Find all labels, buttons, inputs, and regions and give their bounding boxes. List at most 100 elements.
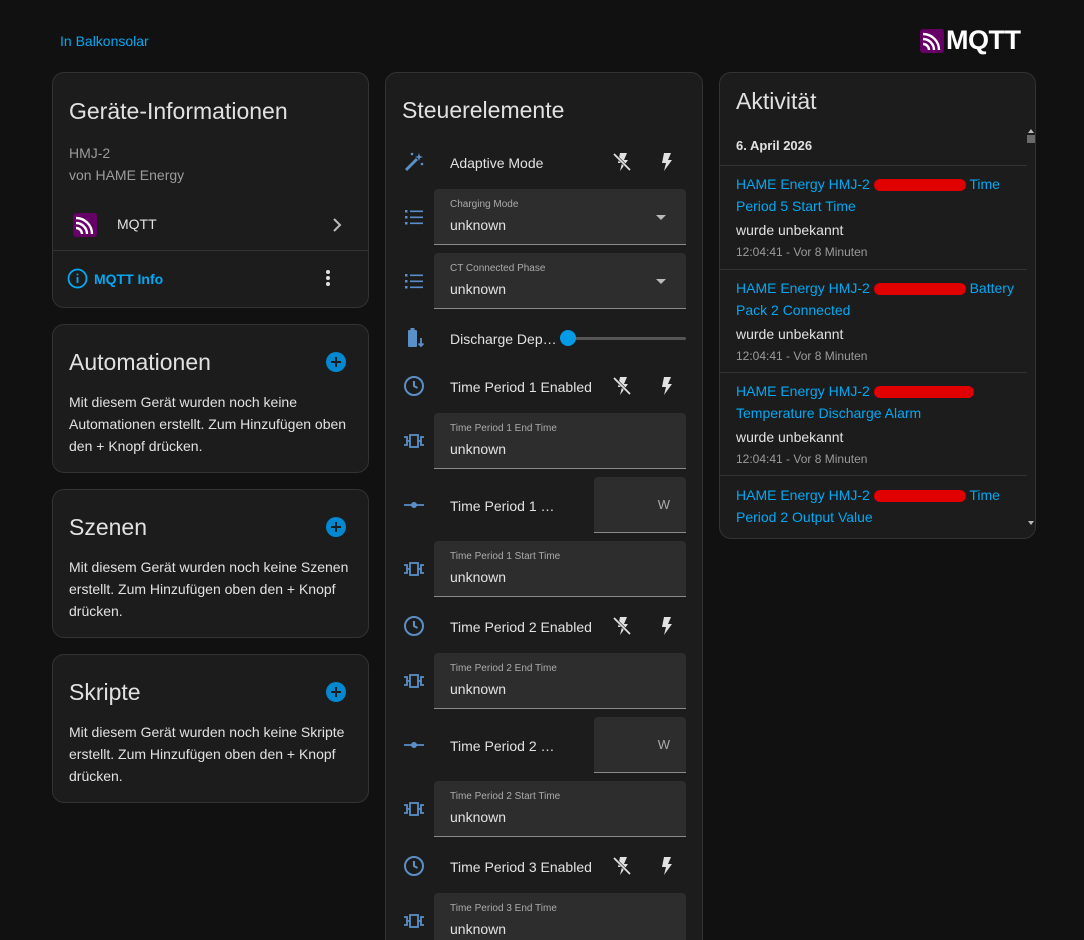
ct-phase-select[interactable]: CT Connected Phase unknown bbox=[434, 253, 686, 309]
plus-circle-icon bbox=[326, 352, 346, 372]
scripts-description: Mit diesem Gerät wurden noch keine Skrip… bbox=[69, 724, 345, 784]
tp2-end-time-input[interactable]: Time Period 2 End Time unknown bbox=[434, 653, 686, 709]
device-page: In Balkonsolar MQTT Geräte-Informationen… bbox=[0, 0, 1084, 940]
field-value: unknown bbox=[450, 921, 507, 937]
controls-card: Steuerelemente Adaptive Mode Charging Mo… bbox=[385, 72, 703, 940]
field-label: Time Period 2 End Time bbox=[450, 663, 557, 674]
activity-message: wurde unbekannt bbox=[736, 222, 844, 238]
activity-entity-link[interactable]: HAME Energy HMJ-2 Time Period 2 Output V… bbox=[736, 484, 1018, 528]
integration-row-mqtt[interactable]: MQTT bbox=[53, 201, 368, 249]
field-value: unknown bbox=[450, 569, 507, 585]
turn-off-button[interactable] bbox=[610, 374, 634, 403]
activity-entity-link[interactable]: HAME Energy HMJ-2 Battery Pack 2 Connect… bbox=[736, 277, 1018, 321]
ray-vertex-icon bbox=[402, 733, 426, 762]
turn-off-button[interactable] bbox=[610, 614, 634, 643]
scroll-up-arrow-icon[interactable] bbox=[1028, 129, 1034, 133]
activity-entry: HAME Energy HMJ-2 Temperature Discharge … bbox=[736, 380, 1018, 468]
scrollbar-thumb[interactable] bbox=[1027, 135, 1035, 143]
redaction-mark bbox=[873, 386, 974, 399]
charging-mode-select[interactable]: Charging Mode unknown bbox=[434, 189, 686, 245]
divider bbox=[720, 372, 1027, 373]
activity-entry: HAME Energy HMJ-2 Battery Pack 2 Connect… bbox=[736, 277, 1018, 365]
control-name: Adaptive Mode bbox=[450, 155, 544, 171]
slider-thumb[interactable] bbox=[560, 330, 576, 346]
scenes-description: Mit diesem Gerät wurden noch keine Szene… bbox=[69, 559, 349, 619]
automations-card: Automationen Mit diesem Gerät wurden noc… bbox=[52, 324, 369, 473]
activity-time: 12:04:41 - Vor 8 Minuten bbox=[736, 452, 868, 466]
chevron-right-icon bbox=[330, 216, 344, 239]
device-info-card: Geräte-Informationen HMJ-2 von HAME Ener… bbox=[52, 72, 369, 308]
field-label: Time Period 3 End Time bbox=[450, 903, 557, 914]
activity-entity-link[interactable]: HAME Energy HMJ-2 Time Period 5 Start Ti… bbox=[736, 173, 1018, 217]
turn-on-button[interactable] bbox=[654, 150, 678, 179]
device-info-title: Geräte-Informationen bbox=[69, 98, 288, 124]
flash-icon bbox=[662, 377, 672, 395]
activity-scrollbar[interactable] bbox=[1027, 129, 1035, 529]
turn-on-button[interactable] bbox=[654, 374, 678, 403]
control-tp2-output: Time Period 2 … W bbox=[386, 717, 702, 773]
field-value: unknown bbox=[450, 441, 507, 457]
control-name: Time Period 1 Enabled bbox=[450, 379, 592, 395]
controls-title: Steuerelemente bbox=[402, 97, 565, 123]
control-charging-mode: Charging Mode unknown bbox=[386, 189, 702, 245]
clock-icon bbox=[402, 854, 426, 883]
scripts-title: Skripte bbox=[69, 679, 141, 705]
scenes-title: Szenen bbox=[69, 514, 148, 540]
chevron-down-icon bbox=[656, 279, 666, 284]
timeline-icon bbox=[402, 557, 426, 586]
unit-label: W bbox=[657, 497, 670, 512]
mqtt-info-link[interactable]: MQTT Info bbox=[67, 268, 163, 289]
control-tp1-enabled: Time Period 1 Enabled bbox=[386, 372, 702, 400]
field-label: CT Connected Phase bbox=[450, 263, 546, 274]
info-icon bbox=[67, 268, 88, 289]
field-value: unknown bbox=[450, 217, 507, 233]
activity-message: wurde unbekannt bbox=[736, 326, 844, 342]
control-adaptive-mode: Adaptive Mode bbox=[386, 148, 702, 176]
turn-on-button[interactable] bbox=[654, 614, 678, 643]
divider bbox=[720, 269, 1027, 270]
control-tp2-end-time: Time Period 2 End Time unknown bbox=[386, 653, 702, 709]
tp2-output-input[interactable]: W bbox=[594, 717, 686, 773]
mqtt-brand-logo: MQTT bbox=[920, 27, 1021, 54]
field-label: Time Period 1 End Time bbox=[450, 423, 557, 434]
breadcrumb-area-link[interactable]: In Balkonsolar bbox=[60, 33, 149, 49]
mqtt-info-label: MQTT Info bbox=[94, 270, 164, 287]
add-scene-button[interactable] bbox=[326, 517, 346, 542]
flash-icon bbox=[662, 617, 672, 635]
control-tp1-end-time: Time Period 1 End Time unknown bbox=[386, 413, 702, 469]
timeline-icon bbox=[402, 669, 426, 698]
tp2-start-time-input[interactable]: Time Period 2 Start Time unknown bbox=[434, 781, 686, 837]
more-menu-button[interactable] bbox=[317, 267, 339, 294]
clock-icon bbox=[402, 614, 426, 643]
mqtt-logo-icon bbox=[920, 28, 944, 53]
control-tp2-enabled: Time Period 2 Enabled bbox=[386, 612, 702, 640]
field-value: unknown bbox=[450, 681, 507, 697]
add-automation-button[interactable] bbox=[326, 352, 346, 377]
automations-title: Automationen bbox=[69, 349, 211, 375]
scroll-down-arrow-icon[interactable] bbox=[1028, 521, 1034, 525]
field-label: Time Period 1 Start Time bbox=[450, 551, 561, 562]
activity-entity-link[interactable]: HAME Energy HMJ-2 Temperature Discharge … bbox=[736, 380, 1018, 424]
flash-off-icon bbox=[612, 856, 632, 876]
add-script-button[interactable] bbox=[326, 682, 346, 707]
divider bbox=[53, 250, 368, 251]
flash-icon bbox=[662, 153, 672, 171]
tp3-end-time-input[interactable]: Time Period 3 End Time unknown bbox=[434, 893, 686, 940]
control-tp1-start-time: Time Period 1 Start Time unknown bbox=[386, 541, 702, 597]
tp1-output-input[interactable]: W bbox=[594, 477, 686, 533]
redaction-mark bbox=[873, 490, 966, 503]
divider bbox=[720, 475, 1027, 476]
chevron-down-icon bbox=[656, 215, 666, 220]
activity-card: Aktivität 6. April 2026 HAME Energy HMJ-… bbox=[719, 72, 1036, 539]
control-name: Time Period 3 Enabled bbox=[450, 859, 592, 875]
discharge-depth-slider[interactable] bbox=[568, 337, 686, 340]
tp1-end-time-input[interactable]: Time Period 1 End Time unknown bbox=[434, 413, 686, 469]
turn-on-button[interactable] bbox=[654, 854, 678, 883]
activity-time: 12:04:41 - Vor 8 Minuten bbox=[736, 245, 868, 259]
turn-off-button[interactable] bbox=[610, 150, 634, 179]
field-value: unknown bbox=[450, 809, 507, 825]
control-discharge-depth: Discharge Dep… bbox=[386, 324, 702, 352]
turn-off-button[interactable] bbox=[610, 854, 634, 883]
flash-icon bbox=[662, 857, 672, 875]
tp1-start-time-input[interactable]: Time Period 1 Start Time unknown bbox=[434, 541, 686, 597]
